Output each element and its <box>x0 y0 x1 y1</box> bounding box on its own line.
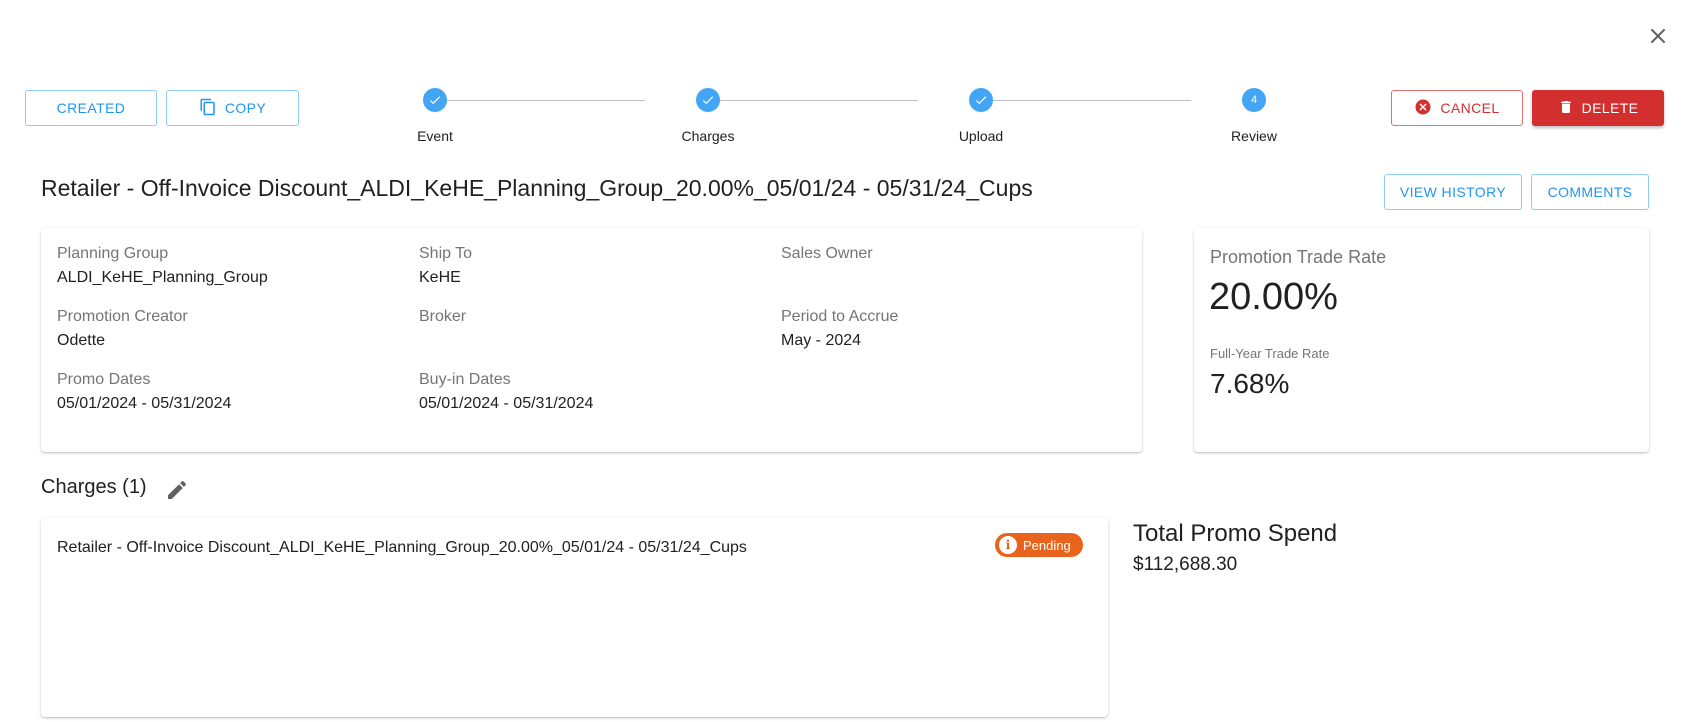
close-icon[interactable] <box>1646 24 1670 48</box>
field-label: Buy-in Dates <box>419 371 511 388</box>
field-label: Broker <box>419 308 467 325</box>
step-label: Review <box>1231 128 1277 144</box>
full-year-trade-rate-value: 7.68% <box>1210 368 1290 399</box>
copy-icon <box>199 98 217 119</box>
field-value: May - 2024 <box>781 332 862 349</box>
step-review[interactable]: 4 Review <box>1194 88 1314 144</box>
trade-rate-card: Promotion Trade Rate 20.00% Full-Year Tr… <box>1194 228 1649 452</box>
field-broker: Broker <box>419 308 466 332</box>
field-period-to-accrue: Period to Accrue May - 2024 <box>781 308 898 350</box>
cancel-button[interactable]: CANCEL <box>1391 90 1523 126</box>
status-badge: i Pending <box>995 533 1083 557</box>
total-promo-spend-label: Total Promo Spend <box>1133 520 1338 547</box>
field-value: 05/01/2024 - 05/31/2024 <box>57 395 232 412</box>
trash-icon <box>1558 99 1574 118</box>
promotion-trade-rate-label: Promotion Trade Rate <box>1210 247 1387 267</box>
view-history-button[interactable]: VIEW HISTORY <box>1384 174 1522 210</box>
cancel-circle-icon <box>1414 98 1432 119</box>
copy-button[interactable]: COPY <box>166 90 299 126</box>
step-charges[interactable]: Charges <box>648 88 768 144</box>
total-promo-spend-value: $112,688.30 <box>1133 554 1238 575</box>
field-planning-group: Planning Group ALDI_KeHE_Planning_Group <box>57 245 268 287</box>
step-label: Upload <box>958 128 1004 144</box>
field-label: Promotion Creator <box>57 308 188 325</box>
field-label: Promo Dates <box>57 371 151 388</box>
copy-button-label: COPY <box>224 100 267 116</box>
field-value: KeHE <box>419 269 461 286</box>
step-label: Charges <box>681 128 735 144</box>
check-icon <box>969 88 993 112</box>
charge-name: Retailer - Off-Invoice Discount_ALDI_KeH… <box>57 539 747 556</box>
step-number: 4 <box>1242 88 1266 112</box>
charge-card[interactable]: Retailer - Off-Invoice Discount_ALDI_KeH… <box>41 518 1108 717</box>
check-icon <box>423 88 447 112</box>
charges-heading: Charges (1) <box>41 476 147 498</box>
status-badge-label: Pending <box>1023 537 1071 553</box>
delete-button-label: DELETE <box>1581 100 1639 116</box>
step-upload[interactable]: Upload <box>921 88 1041 144</box>
delete-button[interactable]: DELETE <box>1532 90 1664 126</box>
field-label: Ship To <box>419 245 473 262</box>
comments-button-label: COMMENTS <box>1547 184 1633 200</box>
field-promo-dates: Promo Dates 05/01/2024 - 05/31/2024 <box>57 371 231 413</box>
cancel-button-label: CANCEL <box>1440 100 1500 116</box>
step-label: Event <box>417 128 453 144</box>
field-label: Sales Owner <box>781 245 873 262</box>
field-label: Period to Accrue <box>781 308 899 325</box>
field-value: 05/01/2024 - 05/31/2024 <box>419 395 594 412</box>
check-icon <box>696 88 720 112</box>
promotion-trade-rate-value: 20.00% <box>1209 276 1338 318</box>
created-button-label: CREATED <box>56 100 126 116</box>
field-ship-to: Ship To KeHE <box>419 245 472 287</box>
view-history-button-label: VIEW HISTORY <box>1399 184 1507 200</box>
created-button[interactable]: CREATED <box>25 90 157 126</box>
progress-stepper: Event Charges Upload 4 Review <box>400 88 1300 148</box>
page-title: Retailer - Off-Invoice Discount_ALDI_KeH… <box>41 175 1033 201</box>
field-sales-owner: Sales Owner <box>781 245 873 269</box>
field-value: ALDI_KeHE_Planning_Group <box>57 269 268 286</box>
promotion-details-card: Planning Group ALDI_KeHE_Planning_Group … <box>41 228 1142 452</box>
info-icon: i <box>999 536 1017 554</box>
comments-button[interactable]: COMMENTS <box>1531 174 1649 210</box>
step-event[interactable]: Event <box>375 88 495 144</box>
field-buy-in-dates: Buy-in Dates 05/01/2024 - 05/31/2024 <box>419 371 593 413</box>
field-promotion-creator: Promotion Creator Odette <box>57 308 188 350</box>
pencil-icon[interactable] <box>165 478 189 502</box>
field-label: Planning Group <box>57 245 169 262</box>
full-year-trade-rate-label: Full-Year Trade Rate <box>1210 346 1330 361</box>
field-value: Odette <box>57 332 106 349</box>
